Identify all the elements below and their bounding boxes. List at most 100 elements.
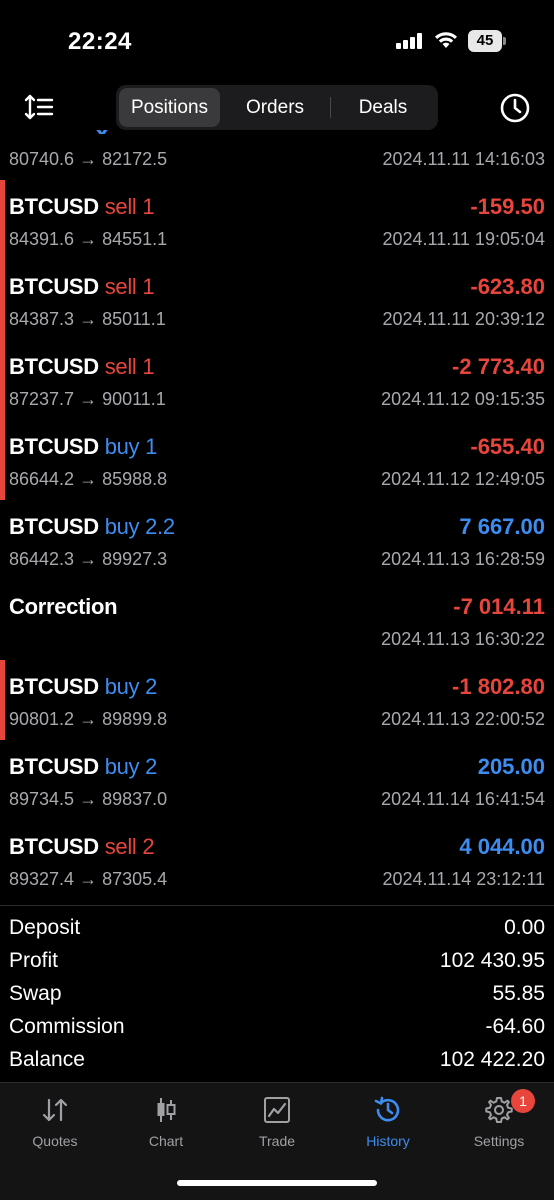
deal-time: 2024.11.11 19:05:04 xyxy=(382,229,545,249)
symbol-name: BTCUSD xyxy=(9,754,99,779)
profit-value: -159.50 xyxy=(470,194,545,219)
position-title: BTCUSD sell 1 xyxy=(9,354,155,380)
profit-value: 4 044.00 xyxy=(459,834,545,859)
tab-label: Trade xyxy=(258,1133,296,1149)
tab-label: History xyxy=(366,1133,410,1149)
symbol-name: BTCUSD xyxy=(9,834,99,859)
gear-icon xyxy=(485,1097,513,1123)
side-label: buy xyxy=(104,674,140,699)
volume: 2 xyxy=(142,834,155,859)
profit-value: -2 773.40 xyxy=(452,354,545,379)
battery-icon: 45 xyxy=(468,30,506,52)
side-label: buy xyxy=(104,754,140,779)
sort-icon[interactable] xyxy=(24,93,54,121)
list-item[interactable]: BTCUSD sell 1 -2 773.40 87237.7 → 90011.1 2… xyxy=(0,340,554,420)
price-range: 84387.3 → 85011.1 xyxy=(9,309,166,329)
deal-time: 2024.11.12 12:49:05 xyxy=(381,469,545,489)
deal-time: 2024.11.14 23:12:11 xyxy=(382,869,545,889)
profit-value: 205.00 xyxy=(477,754,545,779)
list-item[interactable]: BTCUSD buy 1 -655.40 86644.2 → 85988.8 2024… xyxy=(0,420,554,500)
battery-level: 45 xyxy=(468,30,502,52)
wifi-icon xyxy=(435,32,457,48)
deal-time: 2024.11.13 16:28:59 xyxy=(381,549,545,569)
notification-badge: 1 xyxy=(511,1089,535,1113)
trade-side: buy 2.2 xyxy=(105,514,175,539)
symbol-name: BTCUSD xyxy=(9,194,99,219)
price-range: 86644.2 → 85988.8 xyxy=(9,469,168,489)
summary-balance: Balance 102 422.20 xyxy=(0,1044,554,1077)
tab-label: Chart xyxy=(148,1133,184,1149)
deal-time: 2024.11.12 09:15:35 xyxy=(381,389,545,409)
summary-label: Deposit xyxy=(9,916,81,939)
position-title: BTCUSD sell 1 xyxy=(9,274,155,300)
divider xyxy=(0,905,554,906)
tab-orders[interactable]: Orders xyxy=(222,88,328,127)
list-item[interactable]: 80740.6 → 82172.5 2024.11.11 14:16:03 xyxy=(0,130,554,180)
profit-value: -7 014.11 xyxy=(453,594,545,619)
side-label: buy xyxy=(104,514,140,539)
list-item[interactable]: BTCUSD sell 2 4 044.00 89327.4 → 87305.4 20… xyxy=(0,820,554,900)
list-item[interactable]: BTCUSD buy 2 205.00 89734.5 → 89837.0 2024.… xyxy=(0,740,554,820)
symbol-name: BTCUSD xyxy=(9,354,99,379)
deal-time: 2024.11.13 16:30:22 xyxy=(381,629,545,649)
status-time: 22:24 xyxy=(68,28,132,55)
summary-label: Swap xyxy=(9,982,62,1005)
list-item[interactable]: BTCUSD buy 2.2 7 667.00 86442.3 → 89927.3 2… xyxy=(0,500,554,580)
summary-value: 0.00 xyxy=(504,916,545,939)
price-range: 89327.4 → 87305.4 xyxy=(9,869,168,889)
list-item[interactable]: BTCUSD sell 1 -159.50 84391.6 → 84551.1 202… xyxy=(0,180,554,260)
summary-value: -64.60 xyxy=(485,1015,545,1038)
tab-chart[interactable]: Chart xyxy=(111,1083,221,1153)
side-label: sell xyxy=(104,274,137,299)
summary-value: 55.85 xyxy=(492,982,545,1005)
trade-side: sell 1 xyxy=(105,274,155,299)
trade-side: sell 2 xyxy=(105,834,155,859)
clock-icon[interactable] xyxy=(499,92,531,124)
summary-commission: Commission -64.60 xyxy=(0,1011,554,1044)
tab-deals[interactable]: Deals xyxy=(330,88,436,127)
list-item[interactable]: Correction -7 014.11 2024.11.13 16:30:22 xyxy=(0,580,554,660)
tab-quotes[interactable]: Quotes xyxy=(0,1083,110,1153)
position-title: BTCUSD sell 2 xyxy=(9,834,155,860)
list-item[interactable]: BTCUSD buy 2 -1 802.80 90801.2 → 89899.8 20… xyxy=(0,660,554,740)
position-title: BTCUSD buy 1 xyxy=(9,434,157,460)
profit-value: -1 802.80 xyxy=(452,674,545,699)
side-label: sell xyxy=(104,354,137,379)
price-range: 90801.2 → 89899.8 xyxy=(9,709,168,729)
symbol-name: BTCUSD xyxy=(9,434,99,459)
segmented-control: Positions Orders Deals xyxy=(116,85,438,130)
history-clock-icon xyxy=(374,1096,400,1122)
summary-label: Commission xyxy=(9,1015,125,1038)
volume: 2 xyxy=(145,754,158,779)
trade-chart-icon xyxy=(264,1097,290,1123)
deal-time: 2024.11.11 20:39:12 xyxy=(382,309,545,329)
tab-trade[interactable]: Trade xyxy=(222,1083,332,1153)
price-range: 84391.6 → 84551.1 xyxy=(9,229,168,249)
side-label: sell xyxy=(104,194,137,219)
loss-indicator-bar xyxy=(0,340,5,420)
position-title: BTCUSD buy 2 xyxy=(9,754,157,780)
symbol-name: Correction xyxy=(9,594,118,619)
summary-profit: Profit 102 430.95 xyxy=(0,945,554,978)
profit-value: -655.40 xyxy=(470,434,545,459)
summary-value: 102 430.95 xyxy=(439,949,545,972)
history-list[interactable]: 80740.6 → 82172.5 2024.11.11 14:16:03 BT… xyxy=(0,130,554,905)
price-range: 89734.5 → 89837.0 xyxy=(9,789,168,809)
price-range: 86442.3 → 89927.3 xyxy=(9,549,168,569)
symbol-name: BTCUSD xyxy=(9,514,99,539)
loss-indicator-bar xyxy=(0,660,5,740)
summary-label: Balance xyxy=(9,1048,85,1071)
status-bar: 22:24 45 xyxy=(0,0,554,80)
deal-time: 2024.11.14 16:41:54 xyxy=(381,789,545,809)
list-item[interactable]: BTCUSD sell 1 -623.80 84387.3 → 85011.1 202… xyxy=(0,260,554,340)
volume: 1 xyxy=(142,354,155,379)
tab-label: Settings xyxy=(473,1133,525,1149)
tab-settings[interactable]: 1 Settings xyxy=(444,1083,554,1153)
summary-deposit: Deposit 0.00 xyxy=(0,912,554,945)
volume: 1 xyxy=(142,274,155,299)
tab-positions[interactable]: Positions xyxy=(119,88,220,127)
tab-history[interactable]: History xyxy=(333,1083,443,1153)
candlestick-icon xyxy=(157,1098,176,1122)
trade-side: sell 1 xyxy=(105,194,155,219)
price-range: 80740.6 → 82172.5 xyxy=(9,149,168,169)
